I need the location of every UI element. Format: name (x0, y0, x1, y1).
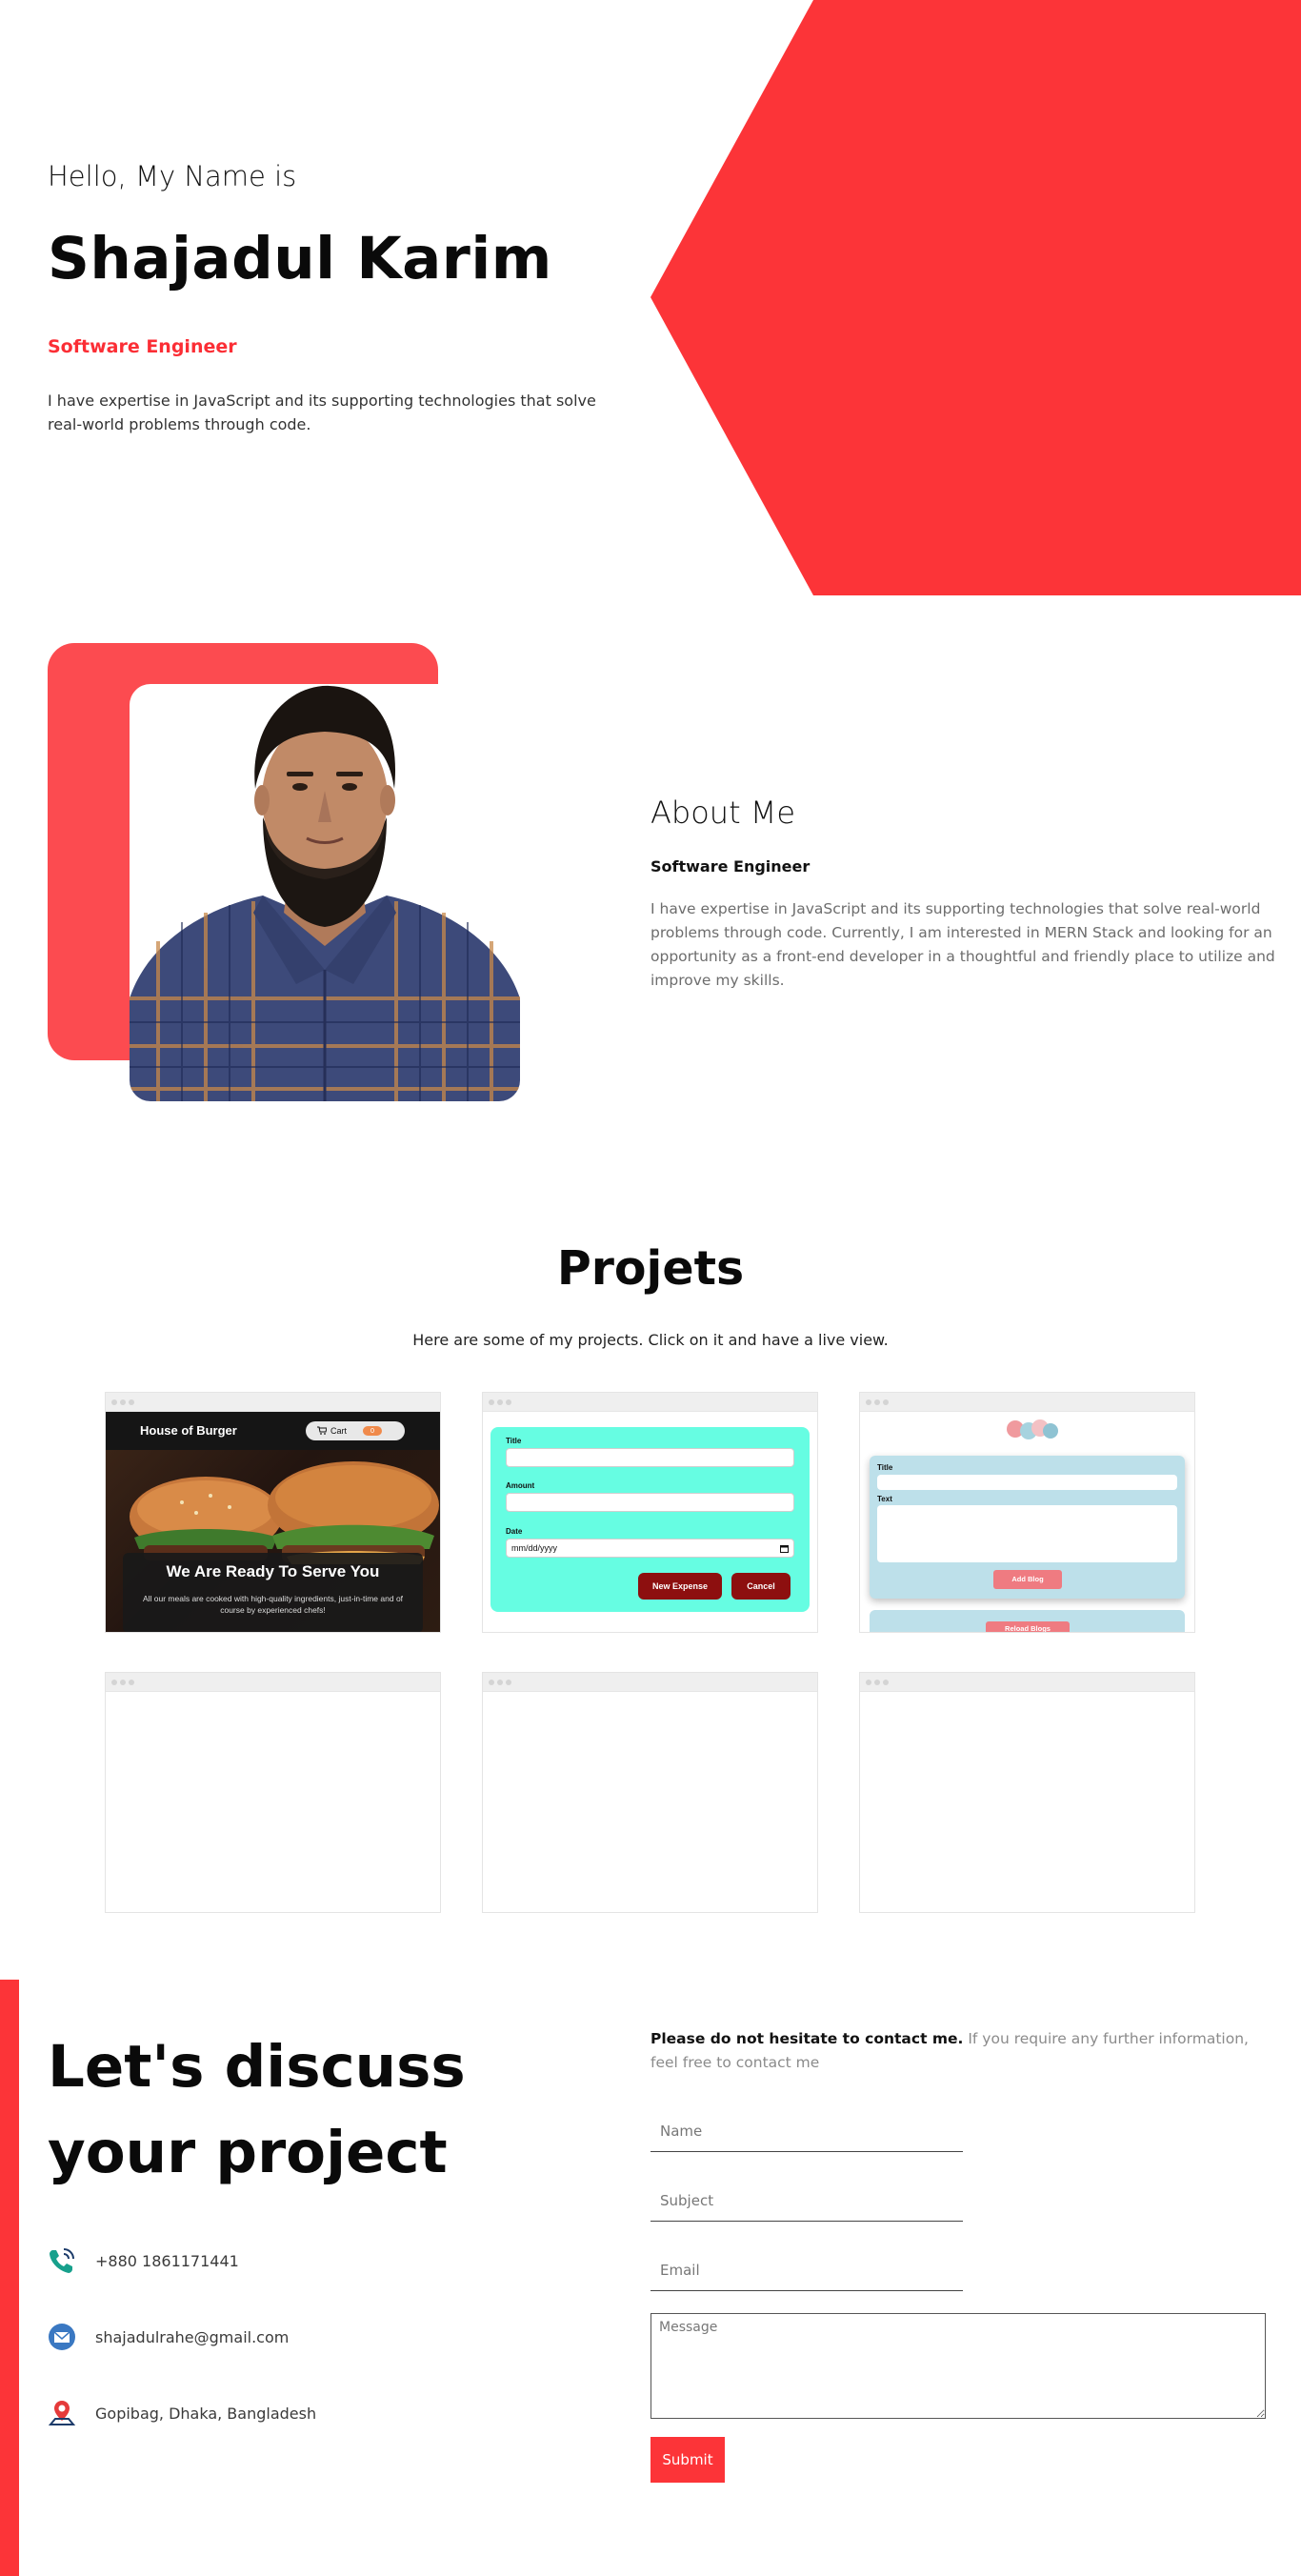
blog-reload-panel: Reload Blogs (870, 1610, 1185, 1632)
project-card-empty[interactable] (482, 1672, 818, 1913)
submit-button[interactable]: Submit (650, 2437, 725, 2483)
project-card-burger[interactable]: House of Burger Cart 0 We Are Ready To S… (105, 1392, 441, 1633)
phone-icon (50, 2248, 74, 2273)
burger-navbar: House of Burger Cart 0 (106, 1412, 440, 1450)
location-pin-icon (48, 2401, 76, 2425)
contact-phone-text: +880 1861171441 (95, 2252, 239, 2270)
expense-date-input: mm/dd/yyyy (506, 1539, 794, 1558)
message-field[interactable] (650, 2313, 1266, 2419)
contact-title-line2: your project (48, 2119, 448, 2186)
blog-form: Title Text Add Blog (870, 1456, 1185, 1599)
project-card-expense[interactable]: Title Amount Date mm/dd/yyyy New Expense… (482, 1392, 818, 1633)
project-card-blog[interactable]: Title Text Add Blog Reload Blogs (859, 1392, 1195, 1633)
expense-title-label: Title (506, 1437, 522, 1445)
expense-amount-label: Amount (506, 1481, 535, 1490)
blog-title-label: Title (877, 1463, 893, 1472)
burger-brand: House of Burger (140, 1423, 237, 1438)
subject-field[interactable] (650, 2180, 963, 2222)
burger-headline: We Are Ready To Serve You (166, 1562, 380, 1580)
contact-title: Let's discuss your project (48, 2024, 466, 2196)
expense-date-label: Date (506, 1527, 523, 1536)
email-field[interactable] (650, 2249, 963, 2291)
email-icon (49, 2324, 75, 2350)
expense-form: Title Amount Date mm/dd/yyyy New Expense… (490, 1427, 810, 1612)
projects-title: Projets (556, 1241, 745, 1296)
expense-amount-input (506, 1493, 794, 1512)
name-field[interactable] (650, 2110, 963, 2152)
project-card-empty[interactable] (105, 1672, 441, 1913)
contact-form-intro: Please do not hesitate to contact me. If… (650, 2027, 1279, 2075)
browser-bar (483, 1393, 817, 1412)
hero-red-shape (650, 0, 1301, 595)
burger-hero-image: We Are Ready To Serve You All our meals … (106, 1450, 440, 1632)
about-description: I have expertise in JavaScript and its s… (650, 900, 1275, 989)
add-blog-button: Add Blog (993, 1570, 1062, 1589)
expense-date-placeholder: mm/dd/yyyy (511, 1543, 558, 1553)
burger-text: All our meals are cooked with high-quali… (142, 1594, 404, 1615)
profile-photo (130, 684, 520, 1101)
hero-greeting: Hello, My Name is (48, 160, 297, 192)
browser-bar (860, 1393, 1194, 1412)
contact-title-line1: Let's discuss (48, 2033, 466, 2101)
blog-title-input (877, 1475, 1177, 1490)
contact-address-text: Gopibag, Dhaka, Bangladesh (95, 2405, 317, 2423)
project-card-empty[interactable] (859, 1672, 1195, 1913)
burger-cart-label: Cart (330, 1426, 348, 1436)
about-title: About Me (650, 795, 796, 831)
hero-role: Software Engineer (48, 336, 237, 357)
cart-icon (317, 1426, 327, 1435)
blog-text-input (877, 1505, 1177, 1562)
burger-cart-count: 0 (363, 1426, 382, 1436)
blog-logo (1007, 1419, 1058, 1439)
burger-cart-button: Cart (306, 1421, 405, 1440)
burger-hero-panel: We Are Ready To Serve You All our meals … (123, 1553, 423, 1632)
about-role: Software Engineer (650, 857, 811, 875)
contact-intro-bold: Please do not hesitate to contact me. (650, 2030, 964, 2047)
blog-text-label: Text (877, 1495, 892, 1503)
new-expense-button: New Expense (638, 1573, 722, 1600)
contact-accent-stripe (0, 1980, 19, 2576)
browser-bar (106, 1673, 440, 1692)
expense-title-input (506, 1448, 794, 1467)
browser-bar (483, 1673, 817, 1692)
contact-email-text: shajadulrahe@gmail.com (95, 2328, 290, 2346)
cancel-button: Cancel (731, 1573, 791, 1600)
browser-bar (106, 1393, 440, 1412)
browser-bar (860, 1673, 1194, 1692)
hero-description: I have expertise in JavaScript and its s… (48, 392, 596, 433)
hero-section: Hello, My Name is Shajadul Karim Softwar… (0, 0, 1301, 595)
calendar-icon (780, 1545, 789, 1553)
reload-blogs-button: Reload Blogs (986, 1621, 1070, 1632)
projects-subtitle: Here are some of my projects. Click on i… (412, 1331, 889, 1349)
hero-name: Shajadul Karim (48, 225, 552, 292)
